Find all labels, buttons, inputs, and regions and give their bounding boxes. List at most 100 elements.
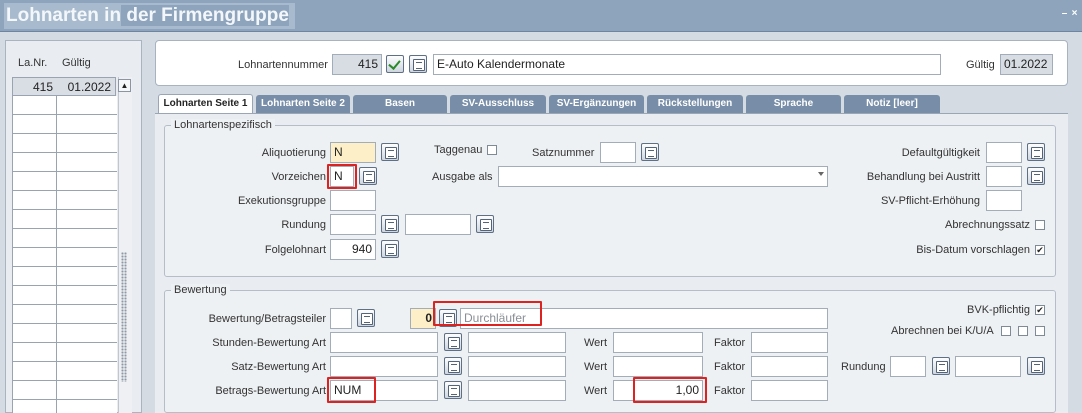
aliquotierung-label: Aliquotierung <box>261 147 326 159</box>
behandlung-austritt-lookup-icon[interactable] <box>1027 167 1045 185</box>
list-row[interactable] <box>13 172 117 191</box>
defaultgueltigkeit-field[interactable] <box>986 142 1022 163</box>
list-cell <box>13 381 57 400</box>
scroll-up-icon[interactable]: ▲ <box>118 79 131 92</box>
list-row[interactable] <box>13 153 117 172</box>
list-row[interactable] <box>13 381 117 400</box>
stunden-wert-field[interactable] <box>613 332 703 353</box>
group-title-lohnartenspezifisch: Lohnartenspezifisch <box>171 119 275 131</box>
stunden-faktor-field[interactable] <box>751 332 828 353</box>
tab-sprache[interactable]: Sprache <box>746 95 841 113</box>
close-icon[interactable]: × <box>1070 9 1079 19</box>
list-row[interactable] <box>13 267 117 286</box>
lookup-list-icon[interactable] <box>409 55 427 73</box>
lohnart-name-field[interactable]: E-Auto Kalendermonate <box>433 54 941 75</box>
list-header-gueltig[interactable]: Gültig <box>62 57 91 69</box>
stunden-faktor-label: Faktor <box>714 337 746 349</box>
folgelohnart-lookup-icon[interactable] <box>381 240 399 258</box>
betrags-faktor-field[interactable] <box>751 380 828 401</box>
chevron-down-icon[interactable] <box>812 166 828 187</box>
rundung-text-lookup-icon[interactable] <box>476 215 494 233</box>
list-header-nr[interactable]: La.Nr. <box>18 57 47 69</box>
window-title-part1: Lohnarten in <box>6 5 122 26</box>
tab-notiz[interactable]: Notiz [leer] <box>844 95 940 113</box>
exekutionsgruppe-label: Exekutionsgruppe <box>237 195 326 207</box>
gueltig-label: Gültig <box>966 59 995 71</box>
tab-lohnarten-seite-1[interactable]: Lohnarten Seite 1 <box>158 94 253 114</box>
satz-bewertung-field[interactable] <box>330 356 438 377</box>
satz-wert-label: Wert <box>584 361 608 373</box>
abrechnen-u-checkbox[interactable] <box>1018 326 1028 336</box>
tab-sv-ausschluss[interactable]: SV-Ausschluss <box>450 95 546 113</box>
lohnarten-list-grid <box>12 77 117 413</box>
list-row[interactable] <box>13 96 117 115</box>
satznummer-label: Satznummer <box>532 147 595 159</box>
defaultgueltigkeit-lookup-icon[interactable] <box>1027 143 1045 161</box>
aliquotierung-lookup-icon[interactable] <box>381 143 399 161</box>
list-row[interactable] <box>13 210 117 229</box>
betragsteiler-lookup-icon[interactable] <box>357 309 375 327</box>
window-title-highlight: Lohnarten in der Firmengruppe <box>4 3 295 29</box>
abrechnen-a-checkbox[interactable] <box>1035 326 1045 336</box>
list-row[interactable] <box>13 286 117 305</box>
list-row[interactable] <box>13 191 117 210</box>
satz-wert-field[interactable] <box>613 356 703 377</box>
abrechnungssatz-checkbox[interactable] <box>1035 220 1045 230</box>
exekutionsgruppe-field[interactable] <box>330 190 376 211</box>
betrags-bewertung-label: Betrags-Bewertung Art <box>215 385 326 397</box>
list-row[interactable] <box>13 229 117 248</box>
betragsteiler-highlight-box <box>433 301 542 326</box>
bis-datum-checkbox[interactable]: ✔ <box>1035 245 1045 255</box>
abrechnen-kua-label: Abrechnen bei K/U/A <box>891 325 994 337</box>
list-row[interactable] <box>13 305 117 324</box>
confirm-check-icon[interactable] <box>386 55 404 73</box>
scroll-grip-icon[interactable] <box>121 252 127 382</box>
bewertung-rundung-field[interactable] <box>890 356 926 377</box>
rundung-text-field[interactable] <box>405 214 471 235</box>
lohnartennummer-field[interactable]: 415 <box>332 54 382 75</box>
list-cell <box>13 267 57 286</box>
stunden-bewertung-field[interactable] <box>330 332 438 353</box>
satz-bewertung-lookup-icon[interactable] <box>444 357 462 375</box>
aliquotierung-field[interactable]: N <box>330 142 376 163</box>
list-row[interactable] <box>13 362 117 381</box>
list-row[interactable] <box>13 115 117 134</box>
betragsteiler-field[interactable] <box>330 308 352 329</box>
betrags-bewertung-lookup-icon[interactable] <box>444 381 462 399</box>
list-row[interactable] <box>13 134 117 153</box>
vorzeichen-label: Vorzeichen <box>271 171 326 183</box>
list-row[interactable] <box>13 400 117 413</box>
vorzeichen-lookup-icon[interactable] <box>359 167 377 185</box>
list-row[interactable] <box>13 343 117 362</box>
tab-lohnarten-seite-2[interactable]: Lohnarten Seite 2 <box>256 95 350 113</box>
rundung-field[interactable] <box>330 214 376 235</box>
behandlung-austritt-label: Behandlung bei Austritt <box>866 171 980 183</box>
list-row[interactable] <box>13 248 117 267</box>
tab-basen[interactable]: Basen <box>353 95 447 113</box>
bewertung-rundung-text-lookup-icon[interactable] <box>1027 357 1045 375</box>
gueltig-field[interactable]: 01.2022 <box>1000 54 1053 75</box>
satz-faktor-field[interactable] <box>751 356 828 377</box>
group-title-bewertung: Bewertung <box>171 284 230 296</box>
abrechnen-k-checkbox[interactable] <box>1001 326 1011 336</box>
tab-rueckstellungen[interactable]: Rückstellungen <box>647 95 743 113</box>
stunden-bewertung-text-field[interactable] <box>468 332 566 353</box>
list-row[interactable] <box>13 324 117 343</box>
satznummer-field[interactable] <box>600 142 636 163</box>
tab-sv-ergaenzungen[interactable]: SV-Ergänzungen <box>549 95 644 113</box>
behandlung-austritt-field[interactable] <box>986 166 1022 187</box>
bewertung-rundung-lookup-icon[interactable] <box>932 357 950 375</box>
rundung-lookup-icon[interactable] <box>381 215 399 233</box>
minimize-icon[interactable]: – <box>1060 9 1069 19</box>
betrags-bewertung-text-field[interactable] <box>468 380 566 401</box>
satz-bewertung-text-field[interactable] <box>468 356 566 377</box>
ausgabe-als-select[interactable] <box>498 166 828 187</box>
satznummer-lookup-icon[interactable] <box>641 143 659 161</box>
taggenau-checkbox[interactable] <box>487 145 497 155</box>
list-row-selected[interactable]: 415 01.2022 <box>12 77 116 96</box>
stunden-bewertung-lookup-icon[interactable] <box>444 333 462 351</box>
sv-pflicht-erhoehung-field[interactable] <box>986 190 1022 211</box>
folgelohnart-field[interactable]: 940 <box>330 239 376 260</box>
bewertung-rundung-text-field[interactable] <box>955 356 1021 377</box>
bvk-pflichtig-checkbox[interactable]: ✔ <box>1035 305 1045 315</box>
